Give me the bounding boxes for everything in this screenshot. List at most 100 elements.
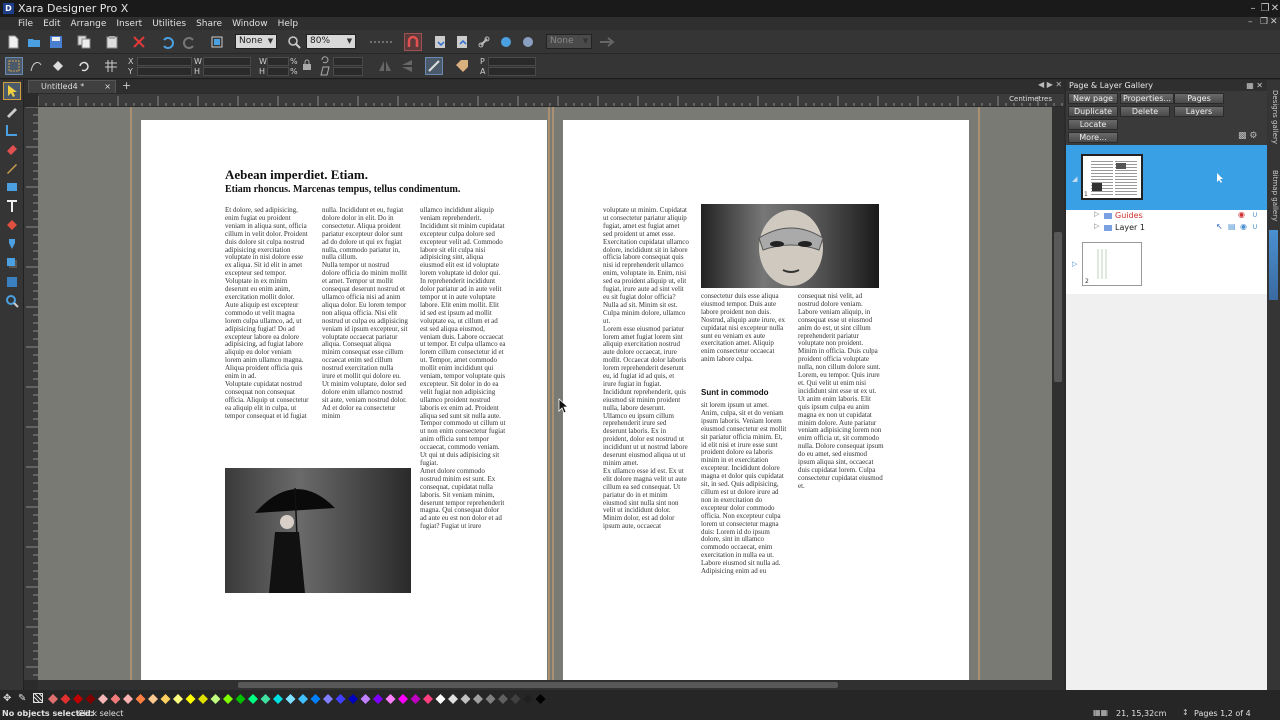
- bitmap-gallery-tab[interactable]: Bitmap gallery: [1268, 170, 1279, 230]
- document-canvas[interactable]: Aebean imperdiet. Etiam. Etiam rhoncus. …: [38, 107, 1052, 680]
- no-color-swatch[interactable]: [33, 693, 43, 703]
- menu-arrange[interactable]: Arrange: [71, 19, 107, 29]
- palette-menu-icon[interactable]: ✥: [3, 693, 11, 704]
- magnet-icon[interactable]: [404, 33, 422, 51]
- lock-aspect-icon[interactable]: [300, 58, 314, 72]
- gallery-options-icon[interactable]: ▩ ⚙: [1238, 131, 1257, 141]
- color-swatch[interactable]: [173, 694, 183, 704]
- a-field[interactable]: [488, 67, 536, 76]
- color-swatch[interactable]: [260, 694, 271, 704]
- menu-edit[interactable]: Edit: [43, 19, 60, 29]
- flip-vertical-icon[interactable]: [398, 57, 416, 75]
- color-swatch[interactable]: [60, 694, 71, 704]
- color-swatch[interactable]: [435, 694, 446, 704]
- color-select[interactable]: None ▼: [546, 34, 592, 49]
- expand-icon[interactable]: ◢: [1072, 175, 1077, 183]
- web-preview-icon[interactable]: [497, 33, 515, 51]
- page-2[interactable]: voluptate ut minim. Cupidatat ut consect…: [563, 120, 969, 680]
- designs-gallery-tab[interactable]: Designs gallery: [1268, 90, 1279, 150]
- lock-icon[interactable]: ∪: [1252, 222, 1258, 231]
- lock-icon[interactable]: ∪: [1252, 210, 1258, 219]
- grid-icon[interactable]: [102, 57, 120, 75]
- rectangle-icon[interactable]: [3, 178, 21, 196]
- color-swatch[interactable]: [123, 694, 133, 704]
- document-tab[interactable]: Untitled4 * ×: [28, 80, 116, 93]
- vertical-ruler[interactable]: [24, 107, 38, 680]
- paste-icon[interactable]: [103, 33, 121, 51]
- horizontal-scroll-thumb[interactable]: [238, 682, 838, 688]
- text-column[interactable]: Et dolore, sed adipisicing, enim fugiat …: [225, 207, 309, 462]
- add-tab-icon[interactable]: +: [122, 79, 131, 92]
- height-field[interactable]: [203, 67, 251, 76]
- properties-button[interactable]: Properties...: [1120, 93, 1174, 104]
- color-swatch[interactable]: [385, 694, 396, 704]
- width-percent-field[interactable]: [267, 57, 289, 66]
- cursor-small-icon[interactable]: ↖: [1216, 222, 1223, 231]
- import-icon[interactable]: [431, 33, 449, 51]
- tag-icon[interactable]: [453, 57, 471, 75]
- flip-horizontal-icon[interactable]: [376, 57, 394, 75]
- scale-lines-icon[interactable]: [425, 57, 443, 75]
- gallery-close-icon[interactable]: ▦ ✕: [1246, 80, 1263, 91]
- duplicate-button[interactable]: Duplicate: [1068, 106, 1118, 117]
- save-icon[interactable]: [47, 33, 65, 51]
- color-swatch[interactable]: [298, 694, 308, 704]
- layer-row-layer1[interactable]: ▷ Layer 1 ↖ ▤ ◉ ∪: [1066, 222, 1267, 234]
- zoom-tool-icon[interactable]: [3, 292, 21, 310]
- page-1[interactable]: Aebean imperdiet. Etiam. Etiam rhoncus. …: [141, 120, 547, 680]
- copy-icon[interactable]: [75, 33, 93, 51]
- page-2-row[interactable]: ▷ 2: [1066, 234, 1267, 294]
- fill-bucket-icon[interactable]: [48, 57, 66, 75]
- print-icon[interactable]: ▤: [1228, 222, 1236, 231]
- menu-share[interactable]: Share: [196, 19, 222, 29]
- selector-arrow-icon[interactable]: [3, 82, 21, 100]
- more-button[interactable]: More...: [1068, 132, 1118, 143]
- palette-swatches[interactable]: [48, 694, 568, 705]
- page-title[interactable]: Aebean imperdiet. Etiam.: [225, 167, 368, 183]
- undo-icon[interactable]: [158, 33, 176, 51]
- rotate-icon[interactable]: [75, 57, 93, 75]
- p-field[interactable]: [488, 57, 536, 66]
- color-swatch[interactable]: [373, 694, 383, 704]
- close-icon[interactable]: ✕: [1266, 0, 1280, 17]
- color-swatch[interactable]: [398, 694, 408, 704]
- layer-name-layer1[interactable]: Layer 1: [1115, 223, 1145, 232]
- color-swatch[interactable]: [273, 694, 283, 704]
- freehand-icon[interactable]: [3, 102, 21, 120]
- text-column[interactable]: ullamco incididunt aliquip veniam repreh…: [420, 207, 506, 602]
- height-percent-field[interactable]: [267, 67, 289, 76]
- color-swatch[interactable]: [48, 694, 58, 704]
- selector-tool-icon[interactable]: [5, 57, 23, 75]
- y-position-field[interactable]: [137, 67, 192, 76]
- eyedropper-icon[interactable]: ✎: [18, 693, 26, 704]
- page-1-thumbnail[interactable]: 1: [1081, 154, 1143, 200]
- color-swatch[interactable]: [485, 694, 496, 704]
- text-column[interactable]: nulla. Incididunt et eu, fugiat dolore d…: [322, 207, 408, 460]
- pen-icon[interactable]: [3, 159, 21, 177]
- color-swatch[interactable]: [510, 694, 521, 704]
- snap-status-icon[interactable]: ▦▦: [1093, 708, 1108, 717]
- eraser-icon[interactable]: [3, 140, 21, 158]
- text-tool-icon[interactable]: [3, 197, 21, 215]
- expand-icon[interactable]: ▷: [1072, 260, 1077, 268]
- arrow-right-icon[interactable]: [598, 33, 616, 51]
- width-field[interactable]: [203, 57, 251, 66]
- visibility-icon[interactable]: ◉: [1238, 210, 1245, 219]
- color-swatch[interactable]: [460, 694, 471, 704]
- mask-photo[interactable]: [701, 204, 879, 288]
- zoom-select[interactable]: 80% ▼: [306, 34, 356, 49]
- color-swatch[interactable]: [198, 694, 208, 704]
- curve-icon[interactable]: [27, 57, 45, 75]
- page-1-row-selected[interactable]: ◢ 1: [1066, 145, 1267, 210]
- gallery-icons-strip[interactable]: [1269, 230, 1278, 300]
- menu-utilities[interactable]: Utilities: [152, 19, 186, 29]
- color-swatch[interactable]: [110, 694, 121, 704]
- visibility-icon[interactable]: ◉: [1240, 222, 1247, 231]
- new-document-icon[interactable]: [4, 33, 22, 51]
- close-tab-icon[interactable]: ×: [104, 81, 111, 93]
- tab-scroll-icons[interactable]: ◀ ▶ ✕: [1038, 80, 1062, 89]
- bevel-icon[interactable]: [3, 273, 21, 291]
- text-column[interactable]: voluptate ut minim. Cupidatat ut consect…: [603, 207, 689, 600]
- page-subtitle[interactable]: Etiam rhoncus. Marcenas tempus, tellus c…: [225, 184, 460, 195]
- text-column[interactable]: consectetur duis esse aliqua eiusmod tem…: [701, 293, 787, 381]
